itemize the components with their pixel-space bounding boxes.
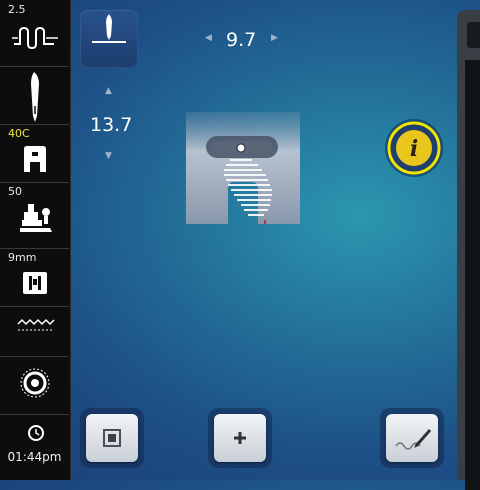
- needle-position-button[interactable]: [80, 10, 138, 68]
- needle-cell[interactable]: [0, 66, 69, 125]
- right-panel-handle[interactable]: [467, 22, 480, 48]
- right-panel: [457, 10, 480, 490]
- info-button[interactable]: i: [383, 117, 445, 179]
- stitch-plate-icon: [23, 272, 47, 294]
- bobbin-cell[interactable]: [0, 356, 69, 415]
- info-icon: i: [385, 119, 443, 177]
- width-decrease-arrow[interactable]: ◀: [205, 33, 212, 43]
- add-button[interactable]: [214, 414, 266, 462]
- stitch-width-value[interactable]: 9.7: [226, 29, 256, 51]
- needle-position-icon: [92, 14, 126, 43]
- stitch-pattern-cell[interactable]: [0, 306, 69, 357]
- clock-time: 01:44pm: [7, 450, 62, 464]
- width-increase-arrow[interactable]: ▶: [271, 33, 278, 43]
- needle-icon: [31, 72, 39, 122]
- thread-tension-icon: [12, 26, 58, 50]
- single-stitch-icon: [103, 429, 121, 447]
- presser-pressure-cell[interactable]: 50: [0, 182, 69, 249]
- presser-foot-cell[interactable]: 40C: [0, 124, 69, 183]
- add-icon: [234, 432, 246, 444]
- single-stitch-button-frame: [80, 408, 144, 468]
- bobbin-icon: [20, 368, 50, 398]
- stitch-preview: [186, 100, 300, 240]
- clock-cell: 01:44pm: [0, 414, 69, 480]
- length-decrease-arrow[interactable]: ▼: [105, 151, 112, 161]
- presser-pressure-icon: [20, 204, 52, 232]
- stitch-plate-cell[interactable]: 9mm: [0, 248, 69, 307]
- single-stitch-button[interactable]: [86, 414, 138, 462]
- stitch-editor-button[interactable]: [386, 414, 438, 462]
- add-button-frame: [208, 408, 272, 468]
- stitch-length-edit-value[interactable]: 13.7: [90, 114, 132, 136]
- status-sidebar: 2.5 40C 50 9mm 01:44pm: [0, 0, 71, 480]
- right-panel-body: [465, 60, 480, 490]
- presser-foot-preview-icon: [186, 112, 300, 240]
- presser-foot-icon: [24, 146, 46, 172]
- stitch-editor-icon: [395, 429, 432, 450]
- stitch-editor-button-frame: [380, 408, 444, 468]
- zigzag-stitch-icon: [17, 318, 55, 331]
- length-increase-arrow[interactable]: ▲: [105, 86, 112, 96]
- svg-text:i: i: [410, 136, 418, 162]
- stitch-length-cell[interactable]: 2.5: [0, 0, 69, 67]
- clock-icon: [28, 425, 44, 441]
